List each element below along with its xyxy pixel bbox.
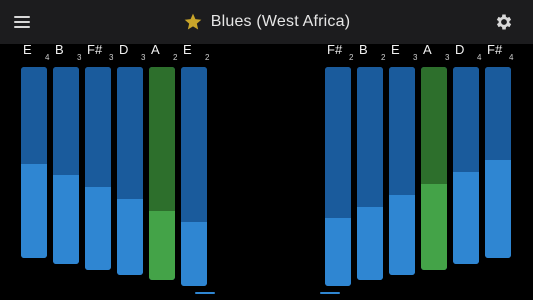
tine-top-segment <box>53 67 79 175</box>
tine-label-left-3: F# 3 <box>87 42 117 66</box>
tine-top-segment <box>181 67 207 222</box>
tine-key-left-5[interactable] <box>149 67 175 280</box>
tine-top-segment <box>421 67 447 184</box>
tine-top-segment <box>325 67 351 218</box>
tine-label-right-3: E3 <box>391 42 421 66</box>
tine-key-left-4[interactable] <box>117 67 143 275</box>
tine-label-right-1: F# 2 <box>327 42 357 66</box>
tine-key-left-1[interactable] <box>21 67 47 258</box>
tine-bottom-segment <box>485 160 511 258</box>
tine-bottom-segment <box>453 172 479 264</box>
note-octave: 4 <box>45 53 50 62</box>
tine-top-segment <box>389 67 415 195</box>
scroll-indicator <box>195 292 215 294</box>
note-name: E <box>183 42 192 57</box>
tine-label-right-2: B2 <box>359 42 389 66</box>
tine-bottom-segment <box>149 211 175 280</box>
tine-key-right-5[interactable] <box>453 67 479 264</box>
tine-top-segment <box>85 67 111 187</box>
tine-top-segment <box>21 67 47 164</box>
tine-label-right-4: A3 <box>423 42 453 66</box>
top-bar: Blues (West Africa) <box>0 0 533 44</box>
tine-key-right-6[interactable] <box>485 67 511 258</box>
note-octave: 3 <box>141 53 146 62</box>
tine-label-left-4: D3 <box>119 42 149 66</box>
tine-key-left-2[interactable] <box>53 67 79 264</box>
note-octave: 2 <box>173 53 178 62</box>
note-name: D <box>455 42 465 57</box>
note-octave: 4 <box>509 53 514 62</box>
note-octave: 3 <box>413 53 418 62</box>
tine-key-right-3[interactable] <box>389 67 415 275</box>
tine-label-right-6: F# 4 <box>487 42 517 66</box>
tine-label-left-1: E4 <box>23 42 53 66</box>
tine-key-left-3[interactable] <box>85 67 111 270</box>
note-octave: 2 <box>349 53 354 62</box>
tine-top-segment <box>117 67 143 199</box>
note-octave: 3 <box>109 53 114 62</box>
tine-top-segment <box>149 67 175 211</box>
scroll-indicator <box>320 292 340 294</box>
tine-bottom-segment <box>357 207 383 280</box>
tine-key-right-4[interactable] <box>421 67 447 270</box>
tine-bottom-segment <box>85 187 111 270</box>
note-name: F# <box>327 42 343 57</box>
note-octave: 2 <box>205 53 210 62</box>
note-name: B <box>359 42 368 57</box>
tine-label-left-2: B3 <box>55 42 85 66</box>
gear-icon[interactable] <box>494 12 514 32</box>
note-name: D <box>119 42 129 57</box>
tine-label-left-6: E2 <box>183 42 213 66</box>
page-title: Blues (West Africa) <box>210 13 351 30</box>
note-name: F# <box>487 42 503 57</box>
note-octave: 3 <box>77 53 82 62</box>
note-octave: 2 <box>381 53 386 62</box>
tine-label-left-5: A2 <box>151 42 181 66</box>
tine-key-right-1[interactable] <box>325 67 351 286</box>
tine-bottom-segment <box>53 175 79 264</box>
tine-top-segment <box>357 67 383 207</box>
tine-bottom-segment <box>21 164 47 258</box>
note-name: A <box>423 42 432 57</box>
tine-key-right-2[interactable] <box>357 67 383 280</box>
tine-top-segment <box>453 67 479 172</box>
note-name: E <box>23 42 32 57</box>
tine-key-left-6[interactable] <box>181 67 207 286</box>
tine-bottom-segment <box>181 222 207 286</box>
note-octave: 3 <box>445 53 450 62</box>
note-name: A <box>151 42 160 57</box>
note-name: B <box>55 42 64 57</box>
tine-label-right-5: D4 <box>455 42 485 66</box>
note-octave: 4 <box>477 53 482 62</box>
tine-bottom-segment <box>325 218 351 286</box>
tine-bottom-segment <box>421 184 447 270</box>
title-group: Blues (West Africa) <box>0 0 533 44</box>
tine-top-segment <box>485 67 511 160</box>
star-icon[interactable] <box>183 12 203 32</box>
note-name: F# <box>87 42 103 57</box>
note-name: E <box>391 42 400 57</box>
tine-bottom-segment <box>389 195 415 275</box>
tine-bottom-segment <box>117 199 143 275</box>
